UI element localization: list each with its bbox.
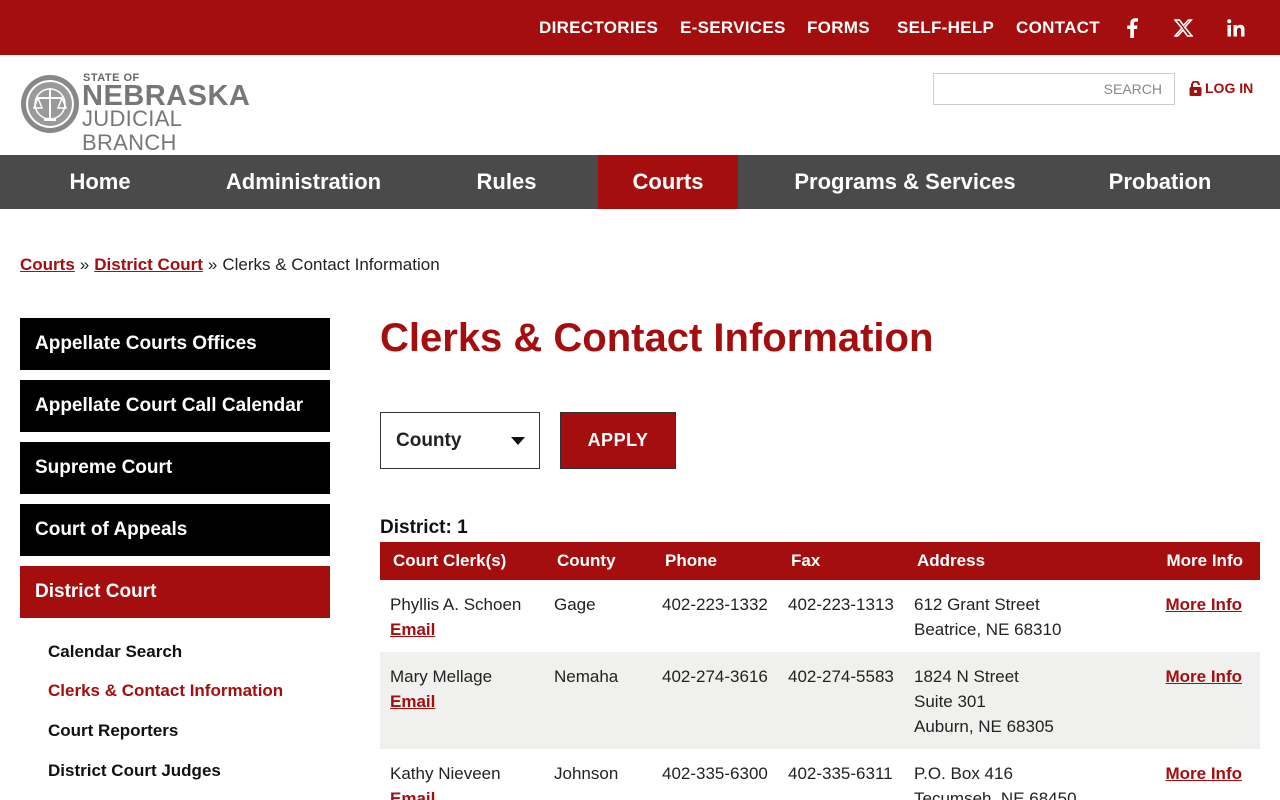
more-info-link[interactable]: More Info	[1166, 667, 1243, 686]
clerk-cell: Mary Mellage Email	[380, 652, 544, 749]
sidebar-item-appellate-courts-offices[interactable]: Appellate Courts Offices	[20, 318, 330, 370]
table-row: Kathy Nieveen Email Johnson 402-335-6300…	[380, 749, 1260, 800]
column-header: Court Clerk(s)	[380, 542, 544, 580]
clerk-name: Kathy Nieveen	[390, 764, 501, 783]
fax-cell: 402-223-1313	[788, 595, 894, 614]
county-cell: Nemaha	[544, 652, 652, 749]
address-line: 612 Grant Street	[914, 595, 1040, 614]
breadcrumb: Courts» District Court» Clerks & Contact I…	[20, 255, 440, 275]
address-line: Beatrice, NE 68310	[914, 620, 1062, 639]
county-select[interactable]: County	[380, 412, 540, 469]
email-link[interactable]: Email	[390, 789, 435, 800]
breadcrumb-district-court[interactable]: District Court	[94, 255, 203, 274]
address-line: P.O. Box 416	[914, 764, 1013, 783]
email-link[interactable]: Email	[390, 692, 435, 711]
main-nav-probation[interactable]: Probation	[1093, 155, 1227, 209]
phone-cell: 402-335-6300	[662, 764, 768, 783]
login-label: LOG IN	[1205, 80, 1254, 96]
address-line: Tecumseh, NE 68450	[914, 789, 1077, 800]
sidebar-sub-district-court-judges[interactable]: District Court Judges	[48, 761, 221, 781]
address-cell: 612 Grant Street Beatrice, NE 68310	[904, 580, 1110, 652]
main-nav-courts[interactable]: Courts	[598, 155, 738, 209]
sidebar-sub-court-reporters[interactable]: Court Reporters	[48, 721, 178, 741]
chevron-down-icon	[511, 437, 525, 445]
more-info-link[interactable]: More Info	[1166, 595, 1243, 614]
apply-button[interactable]: APPLY	[560, 412, 676, 469]
more-info-cell: More Info	[1110, 652, 1260, 749]
state-seal-icon	[21, 75, 79, 133]
clerk-cell: Phyllis A. Schoen Email	[380, 580, 544, 652]
facebook-icon[interactable]	[1117, 0, 1147, 55]
more-info-link[interactable]: More Info	[1166, 764, 1243, 783]
nav-self-help[interactable]: SELF-HELP	[897, 0, 994, 55]
main-nav: Home Administration Rules Courts Program…	[0, 155, 1280, 209]
nav-directories[interactable]: DIRECTORIES	[539, 0, 658, 55]
nav-contact[interactable]: CONTACT	[1016, 0, 1100, 55]
clerk-name: Phyllis A. Schoen	[390, 595, 522, 614]
email-link[interactable]: Email	[390, 620, 435, 639]
address-line: 1824 N Street	[914, 667, 1019, 686]
column-header: County	[544, 542, 652, 580]
fax-cell: 402-335-6311	[788, 764, 893, 783]
address-cell: P.O. Box 416 Tecumseh, NE 68450	[904, 749, 1110, 800]
county-select-value: County	[396, 429, 462, 451]
district-heading: District: 1	[380, 517, 468, 538]
phone-cell: 402-274-3616	[652, 652, 778, 749]
nav-e-services[interactable]: E-SERVICES	[680, 0, 786, 55]
clerk-cell: Kathy Nieveen Email	[380, 749, 544, 800]
county-cell: Gage	[554, 595, 596, 614]
table-row: Mary Mellage Email Nemaha 402-274-3616 4…	[380, 652, 1260, 749]
county-cell: Johnson	[554, 764, 619, 783]
column-header: More Info	[1110, 542, 1260, 580]
sidebar-sub-calendar-search[interactable]: Calendar Search	[48, 642, 182, 662]
main-nav-administration[interactable]: Administration	[210, 155, 397, 209]
more-info-cell: More Info	[1110, 580, 1260, 652]
breadcrumb-courts[interactable]: Courts	[20, 255, 75, 274]
breadcrumb-current: Clerks & Contact Information	[222, 255, 440, 274]
breadcrumb-separator: »	[79, 255, 90, 274]
clerk-name: Mary Mellage	[390, 667, 493, 686]
table-row: Phyllis A. Schoen Email Gage 402-223-133…	[380, 580, 1260, 652]
main-nav-home[interactable]: Home	[50, 155, 150, 209]
breadcrumb-separator: »	[207, 255, 218, 274]
sidebar-sub-clerks-contact[interactable]: Clerks & Contact Information	[48, 681, 283, 701]
login-link[interactable]: LOG IN	[1189, 78, 1253, 98]
clerk-table: Court Clerk(s) County Phone Fax Address …	[380, 542, 1260, 800]
search-input[interactable]	[933, 73, 1175, 105]
phone-cell: 402-223-1332	[662, 595, 768, 614]
more-info-cell: More Info	[1110, 749, 1260, 800]
main-nav-rules[interactable]: Rules	[460, 155, 553, 209]
x-icon[interactable]	[1168, 0, 1198, 55]
main-nav-programs-services[interactable]: Programs & Services	[785, 155, 1025, 209]
sidebar-item-court-of-appeals[interactable]: Court of Appeals	[20, 504, 330, 556]
column-header: Address	[904, 542, 1110, 580]
sidebar-item-district-court[interactable]: District Court	[20, 566, 330, 618]
fax-cell: 402-274-5583	[778, 652, 904, 749]
table-header-row: Court Clerk(s) County Phone Fax Address …	[380, 542, 1260, 580]
utility-bar: DIRECTORIES E-SERVICES FORMS SELF-HELP C…	[0, 0, 1280, 55]
page-title: Clerks & Contact Information	[380, 316, 934, 360]
sidebar-item-supreme-court[interactable]: Supreme Court	[20, 442, 330, 494]
nav-forms[interactable]: FORMS	[807, 0, 870, 55]
site-logo[interactable]: STATE OF NEBRASKA JUDICIAL BRANCH	[20, 72, 280, 155]
address-line: Auburn, NE 68305	[914, 717, 1054, 736]
column-header: Fax	[778, 542, 904, 580]
logo-judicial-branch: JUDICIAL BRANCH	[82, 106, 182, 155]
address-line: Suite 301	[914, 692, 986, 711]
linkedin-icon[interactable]	[1221, 0, 1251, 55]
address-cell: 1824 N Street Suite 301 Auburn, NE 68305	[904, 652, 1110, 749]
column-header: Phone	[652, 542, 778, 580]
sidebar-item-appellate-court-call-calendar[interactable]: Appellate Court Call Calendar	[20, 380, 330, 432]
lock-icon	[1189, 80, 1202, 96]
